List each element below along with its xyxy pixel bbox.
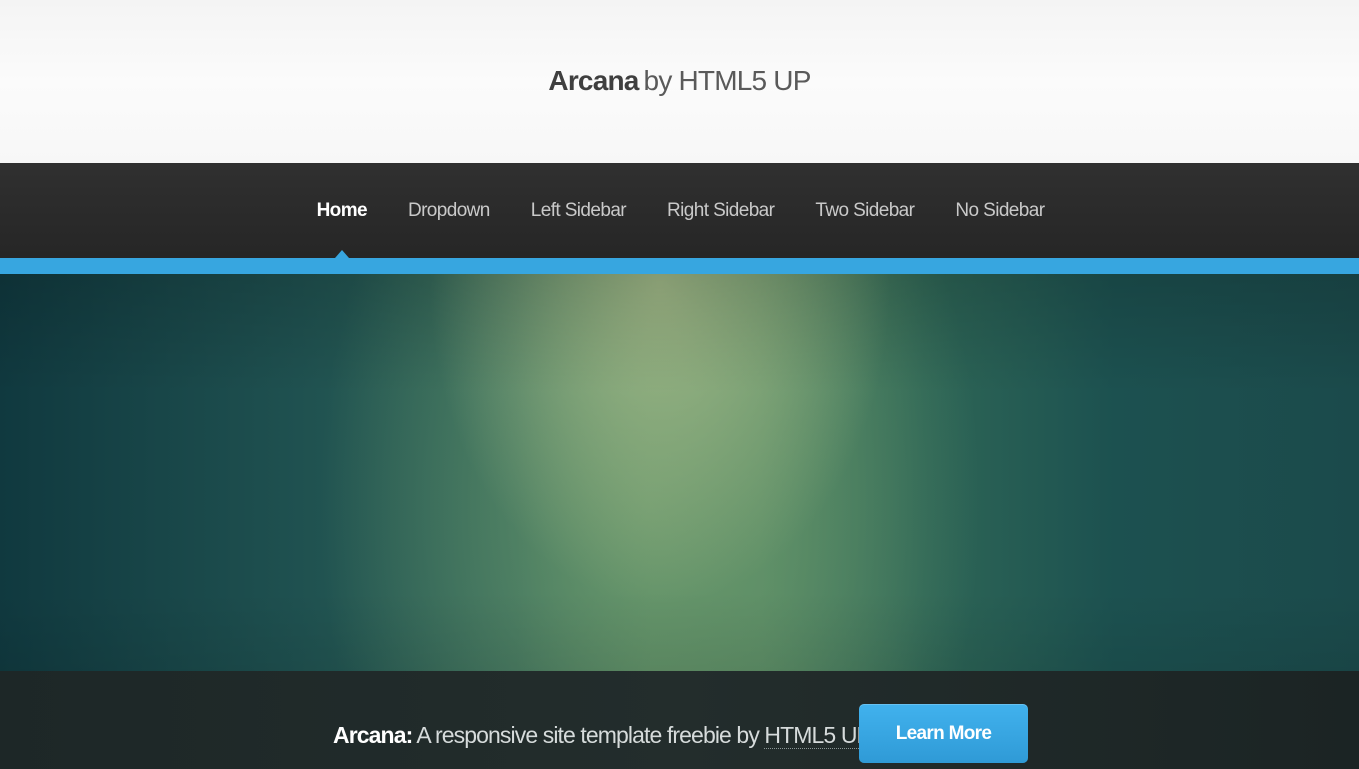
main-nav: Home Dropdown Left Sidebar Right Sidebar… <box>0 163 1359 258</box>
nav-item-dropdown[interactable]: Dropdown <box>387 163 510 258</box>
nav-item-label[interactable]: Two Sidebar <box>815 200 915 221</box>
nav-item-label[interactable]: Left Sidebar <box>531 200 627 221</box>
banner-image <box>0 274 1359 671</box>
nav-item-left-sidebar[interactable]: Left Sidebar <box>510 163 646 258</box>
nav-item-two-sidebar[interactable]: Two Sidebar <box>795 163 935 258</box>
cta-text: Arcana: A responsive site template freebi… <box>333 718 872 752</box>
nav-item-no-sidebar[interactable]: No Sidebar <box>935 163 1065 258</box>
learn-more-button[interactable]: Learn More <box>859 704 1028 763</box>
logo-suffix: by HTML5 UP <box>643 65 812 96</box>
nav-item-label[interactable]: Right Sidebar <box>667 200 775 221</box>
nav-item-home[interactable]: Home <box>296 163 387 258</box>
cta-title: Arcana: <box>333 722 413 748</box>
nav-accent-bar <box>0 258 1359 274</box>
cta-description: A responsive site template freebie by <box>416 722 759 748</box>
site-header: Arcana by HTML5 UP <box>0 0 1359 163</box>
current-indicator-icon <box>334 250 349 258</box>
nav-list: Home Dropdown Left Sidebar Right Sidebar… <box>0 163 1359 258</box>
nav-item-label[interactable]: No Sidebar <box>955 200 1045 221</box>
site-logo[interactable]: Arcana by HTML5 UP <box>0 62 1359 100</box>
nav-item-label[interactable]: Dropdown <box>408 200 490 221</box>
nav-item-right-sidebar[interactable]: Right Sidebar <box>647 163 795 258</box>
logo-name[interactable]: Arcana <box>548 65 639 96</box>
cta-link[interactable]: HTML5 UP <box>764 722 872 749</box>
banner-overlay <box>0 274 1359 671</box>
nav-item-label[interactable]: Home <box>317 200 368 221</box>
